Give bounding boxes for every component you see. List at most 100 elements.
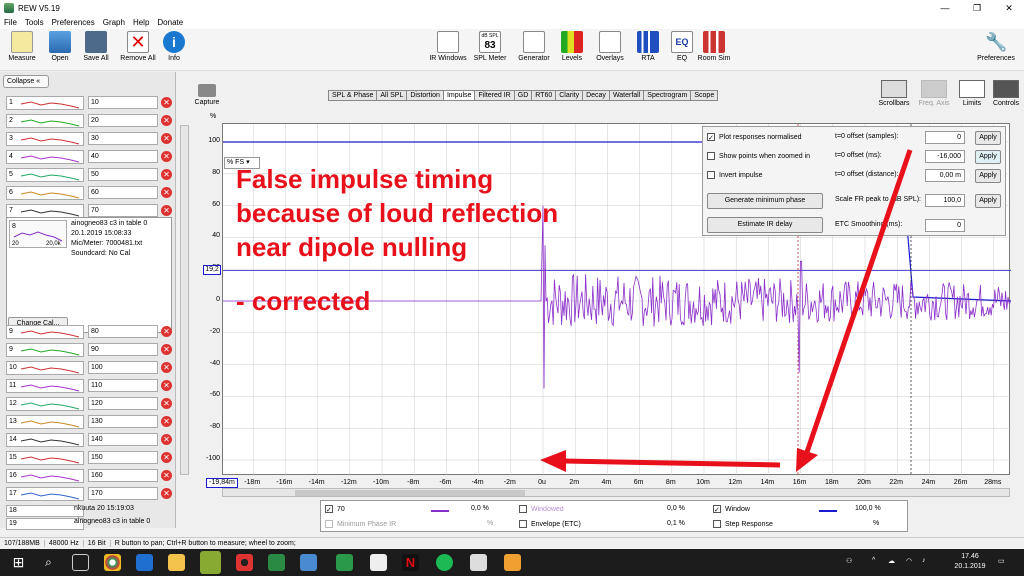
clock[interactable]: 17.46 20.1.2019 [950,552,990,572]
measurement-thumbnail[interactable]: 9 [6,343,84,357]
tab-impulse[interactable]: Impulse [442,90,476,101]
measurement-row[interactable]: 19 ainogneo83 c3 in table 0 [6,517,174,530]
legend-windowed-checkbox[interactable] [519,505,527,513]
scrollbars-toggle[interactable]: Scrollbars [876,80,912,107]
outlook-icon[interactable] [136,554,153,571]
remove-measurement-icon[interactable]: ✕ [161,452,172,463]
remove-measurement-icon[interactable]: ✕ [161,416,172,427]
app-icon-3[interactable] [504,554,521,571]
capture-button[interactable]: Capture [193,84,221,106]
measurement-thumbnail[interactable]: 18 [6,505,84,517]
tab-decay[interactable]: Decay [582,90,610,101]
measurement-row[interactable]: 15 150 ✕ [6,450,174,466]
measurement-thumbnail[interactable]: 13 [6,415,84,429]
legend-min-phase-checkbox[interactable] [325,520,333,528]
remove-measurement-icon[interactable]: ✕ [161,434,172,445]
room-sim-button[interactable]: Room Sim [694,31,734,62]
t0-distance-apply-button[interactable]: Apply [975,169,1001,183]
preferences-button[interactable]: 🔧 Preferences [972,31,1020,62]
measurement-thumbnail[interactable]: 6 [6,186,84,200]
tab-scope[interactable]: Scope [690,90,719,101]
etc-smoothing-field[interactable]: 0 [925,219,965,232]
whatsapp-icon[interactable] [336,554,353,571]
tab-filtered-ir[interactable]: Filtered IR [474,90,515,101]
t0-ms-field[interactable]: -16,000 [925,150,965,163]
tab-spl-phase[interactable]: SPL & Phase [328,90,378,101]
measurement-row[interactable]: 13 130 ✕ [6,414,174,430]
generator-button[interactable]: Generator [514,31,554,62]
remove-measurement-icon[interactable]: ✕ [161,488,172,499]
measurement-name-field[interactable]: 30 [88,132,158,145]
windows-start-icon[interactable]: ⊞ [10,554,27,571]
graph-horizontal-scrollbar[interactable] [222,488,1010,497]
netflix-icon[interactable]: N [402,554,419,571]
measurement-name-field[interactable]: 40 [88,150,158,163]
legend-window[interactable]: ✓ Window [713,505,750,514]
invert-checkbox[interactable] [707,171,715,179]
estimate-ir-delay-button[interactable]: Estimate IR delay [707,217,823,233]
t0-ms-apply-button[interactable]: Apply [975,150,1001,164]
measurement-row[interactable]: 18 nkuuta 20 15:19:03 [6,504,174,517]
legend-envelope[interactable]: Envelope (ETC) [519,520,581,528]
measurement-thumbnail[interactable]: 12 [6,397,84,411]
generate-min-phase-button[interactable]: Generate minimum phase [707,193,823,209]
measurement-name-field[interactable]: 150 [88,451,158,464]
measurement-name-field[interactable]: 160 [88,469,158,482]
menu-tools[interactable]: Tools [21,16,48,29]
wifi-icon[interactable]: ◠ [906,557,912,565]
tab-rt60[interactable]: RT60 [531,90,557,101]
sidebar-scrollbar[interactable] [180,125,189,475]
show-points-option[interactable]: Show points when zoomed in [707,152,810,160]
selected-thumbnail[interactable]: 8 20 20,0k [9,220,67,248]
measurement-thumbnail[interactable]: 1 [6,96,84,110]
t0-samples-field[interactable]: 0 [925,131,965,144]
measurement-thumbnail[interactable]: 4 [6,150,84,164]
controls-toggle[interactable]: Controls [988,80,1024,107]
measurement-thumbnail[interactable]: 16 [6,469,84,483]
scale-fr-apply-button[interactable]: Apply [975,194,1001,208]
remove-measurement-icon[interactable]: ✕ [161,133,172,144]
measurement-row[interactable]: 10 100 ✕ [6,360,174,376]
menu-donate[interactable]: Donate [153,16,187,29]
task-view-icon[interactable] [72,554,89,571]
legend-windowed[interactable]: Windowed [519,505,564,513]
measurement-row[interactable]: 16 160 ✕ [6,468,174,484]
scroll-thumb[interactable] [295,490,525,496]
measurement-name-field[interactable]: 90 [88,343,158,356]
measurement-thumbnail[interactable]: 9 [6,325,84,339]
remove-measurement-icon[interactable]: ✕ [161,470,172,481]
measurement-thumbnail[interactable]: 17 [6,487,84,501]
remove-measurement-icon[interactable]: ✕ [161,326,172,337]
remove-measurement-icon[interactable]: ✕ [161,398,172,409]
legend-70-checkbox[interactable]: ✓ [325,505,333,514]
rew-taskbar-icon[interactable] [200,551,221,574]
volume-icon[interactable]: ♪ [922,557,926,564]
remove-measurement-icon[interactable]: ✕ [161,344,172,355]
app-icon-2[interactable] [470,554,487,571]
limits-button[interactable]: Limits [954,80,990,107]
measurement-name-field[interactable]: 10 [88,96,158,109]
t0-samples-apply-button[interactable]: Apply [975,131,1001,145]
menu-file[interactable]: File [0,16,21,29]
measurement-name-field[interactable]: 50 [88,168,158,181]
legend-step[interactable]: Step Response [713,520,773,528]
measurement-row[interactable]: 14 140 ✕ [6,432,174,448]
measurement-row[interactable]: 2 20 ✕ [6,113,174,129]
search-icon[interactable]: ⌕ [40,554,57,571]
menu-help[interactable]: Help [129,16,153,29]
measurement-row[interactable]: 11 110 ✕ [6,378,174,394]
measurement-thumbnail[interactable]: 3 [6,132,84,146]
collapse-button[interactable]: Collapse « [3,75,49,88]
file-explorer-icon[interactable] [168,554,185,571]
record-app-icon[interactable] [236,554,253,571]
levels-button[interactable]: Levels [552,31,592,62]
tab-gd[interactable]: GD [513,90,533,101]
show-points-checkbox[interactable] [707,152,715,160]
t0-distance-field[interactable]: 0,00 m [925,169,965,182]
remove-measurement-icon[interactable]: ✕ [161,187,172,198]
minimize-button[interactable]: — [930,0,960,16]
info-button[interactable]: i Info [154,31,194,62]
remove-measurement-icon[interactable]: ✕ [161,205,172,216]
menu-preferences[interactable]: Preferences [48,16,99,29]
photos-icon[interactable] [300,554,317,571]
